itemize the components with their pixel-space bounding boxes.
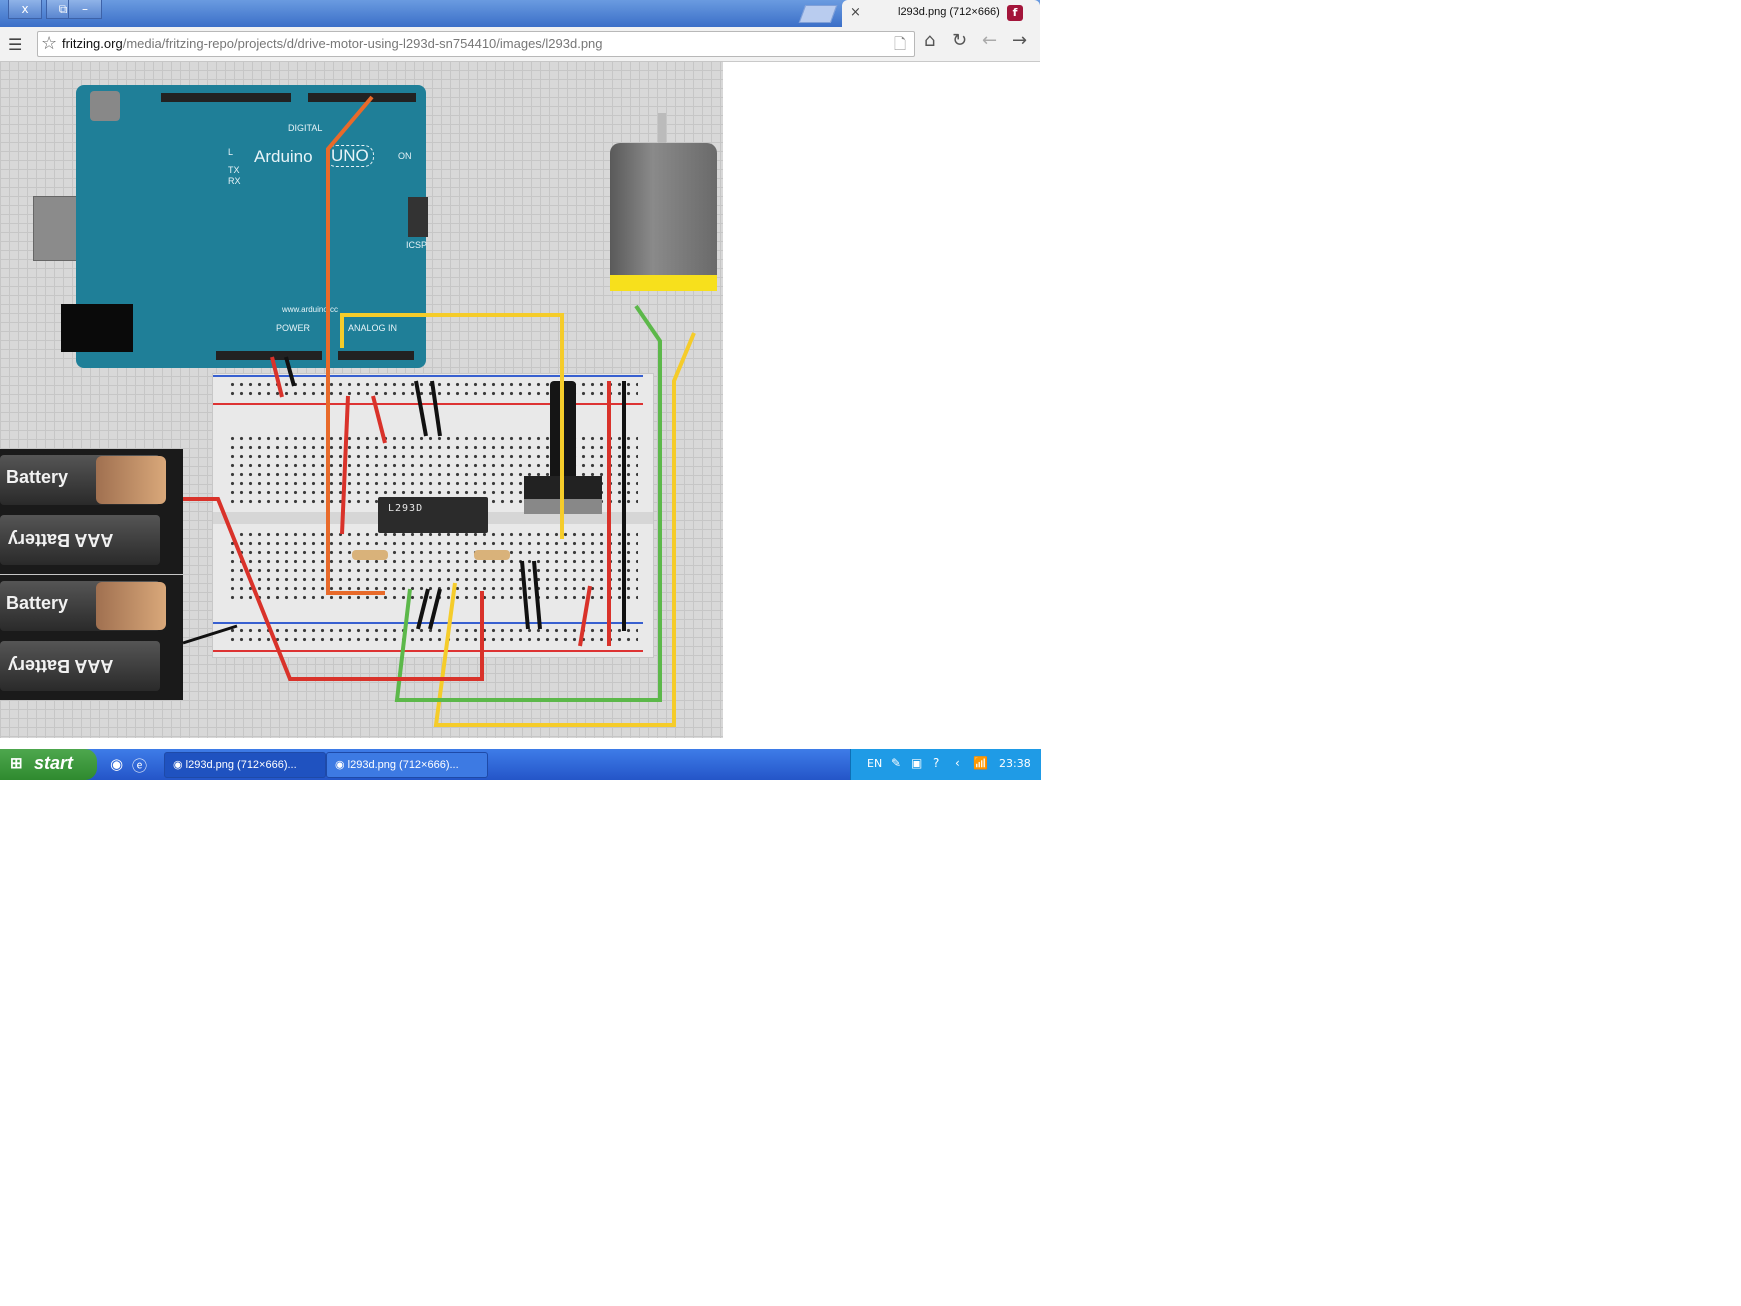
system-tray: EN ✎ ▣ ? ‹ 📶 23:38 [850,749,1041,780]
chrome-icon: ◉ [335,759,348,771]
help-icon[interactable]: ? [933,756,939,770]
taskbar-item-label: l293d.png (712×666)... [347,759,459,771]
resistor [474,550,510,560]
taskbar-item[interactable]: ◉ l293d.png (712×666)... [326,752,488,778]
start-button[interactable]: ⊞ start [0,749,97,780]
url-host: fritzing.org [62,36,123,51]
chrome-icon: ◉ [173,759,186,771]
tab-l293d[interactable]: × l293d.png (712×666) f [842,0,1040,27]
wire-yellow [340,313,564,539]
home-icon[interactable]: ⌂ [924,30,935,51]
wire-black [428,588,442,630]
fritzing-breadboard-image: Arduino UNO DIGITAL L TX RX ON ICSP www.… [0,61,723,738]
wire-black [284,356,296,387]
taskbar-item-label: l293d.png (712×666)... [185,759,297,771]
tool-icon[interactable]: ✎ [891,756,901,770]
address-bar[interactable]: ☆ fritzing.org/media/fritzing-repo/proje… [37,31,915,57]
page-info-icon[interactable]: 🗋 [894,34,906,59]
wire-red [578,585,592,647]
wire-black [416,588,430,630]
window-minimize-button[interactable]: – [68,0,102,19]
url-path: /media/fritzing-repo/projects/d/drive-mo… [122,36,603,51]
wire-black [520,560,530,630]
wire-black [430,380,442,437]
wire-red [371,395,387,444]
new-tab-button[interactable] [798,5,838,23]
chevron-left-icon[interactable]: ‹ [955,756,960,770]
menu-icon[interactable]: ☰ [8,35,22,54]
start-label: start [34,753,74,773]
windows-logo-icon: ⊞ [10,755,23,772]
monitor-icon[interactable]: ▣ [911,756,922,770]
tab-title: l293d.png (712×666) [898,6,1000,18]
reload-icon[interactable]: ↻ [952,30,967,51]
wires-layer [182,95,696,727]
taskbar-item[interactable]: ◉ l293d.png (712×666)... [164,752,326,778]
wire-red [183,497,484,681]
chrome-quicklaunch-icon[interactable]: ◉ [110,755,123,773]
browser-toolbar: ☰ ☆ fritzing.org/media/fritzing-repo/pro… [0,27,1040,62]
browser-title-bar: x ⧉ – × l293d.png (712×666) f [0,0,1040,27]
wire-red [270,356,284,398]
bookmark-star-icon[interactable]: ☆ [41,33,57,54]
wire-yellow [433,332,696,727]
wire-black [182,624,238,645]
resistor [352,550,388,560]
clock: 23:38 [999,757,1031,770]
url-text: fritzing.org/media/fritzing-repo/project… [62,36,603,51]
wire-red [340,395,350,535]
ie-quicklaunch-icon[interactable]: ⓔ [132,755,147,776]
wire-black [532,560,542,630]
tab-close-icon[interactable]: × [850,5,861,20]
windows-taskbar: ⊞ start ◉ ⓔ ◉ l293d.png (712×666)... ◉ l… [0,749,1041,780]
back-arrow-icon[interactable]: ← [982,30,997,51]
network-icon[interactable]: 📶 [973,756,988,770]
language-indicator[interactable]: EN [867,757,882,770]
wire-black [414,380,428,437]
wire-orange [326,95,385,595]
window-close-button[interactable]: x [8,0,42,19]
forward-arrow-icon[interactable]: → [1012,30,1027,51]
fritzing-favicon-icon: f [1007,5,1023,21]
wire-green [394,304,662,702]
